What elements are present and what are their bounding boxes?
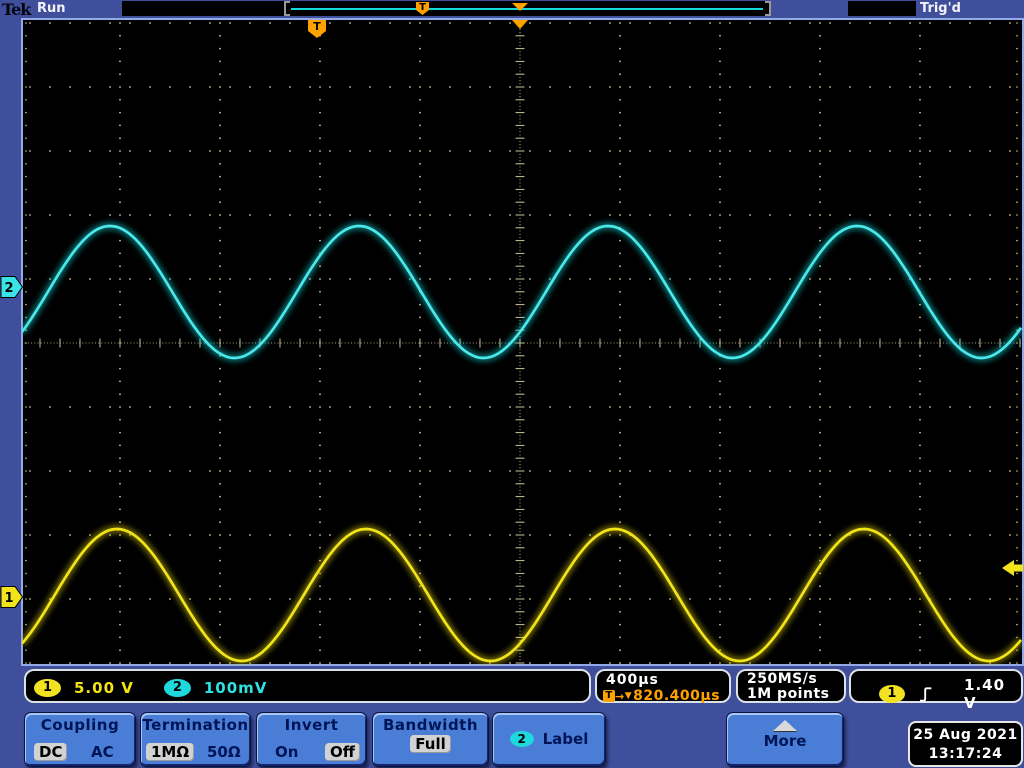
more-button[interactable]: More [726, 712, 844, 767]
channel-1-position-marker[interactable]: 1 [1, 587, 23, 608]
bandwidth-title: Bandwidth [373, 713, 488, 734]
record-view-right-bracket[interactable] [765, 1, 771, 16]
rising-edge-icon [919, 686, 932, 703]
timebase-scale: 400µs [597, 671, 729, 688]
top-status-bar: Tek Run T Trig'd [0, 0, 1024, 18]
record-view-expansion-triangle [512, 3, 528, 11]
topbar-spacer-left [122, 1, 284, 16]
invert-option-off[interactable]: Off [325, 743, 360, 761]
channel-2-badge: 2 [164, 679, 191, 697]
invert-button[interactable]: Invert On Off [256, 712, 367, 767]
trigger-delay-readout: T→▼820.400µs [597, 688, 729, 704]
topbar-spacer-right [848, 1, 916, 16]
coupling-button[interactable]: Coupling DC AC [24, 712, 136, 767]
delay-arrow-icon: → [615, 690, 625, 703]
termination-option-1mohm[interactable]: 1MΩ [146, 743, 194, 761]
channel-2-marker-label: 2 [4, 281, 13, 296]
channel-1-scale: 5.00 V [74, 679, 134, 697]
bandwidth-value[interactable]: Full [410, 735, 450, 753]
trigger-flag-label: T [313, 20, 321, 33]
termination-option-50ohm[interactable]: 50Ω [207, 743, 241, 761]
acquisition-run-status: Run [37, 1, 66, 16]
trigger-readout: 1 1.40 V [849, 669, 1023, 703]
label-button-text: Label [543, 730, 589, 748]
record-view-left-bracket[interactable] [284, 1, 290, 16]
time-text: 13:17:24 [910, 745, 1021, 764]
trigger-state-indicator: Trig'd [920, 1, 961, 16]
label-channel-badge: 2 [510, 731, 534, 747]
graticule-border [22, 19, 1023, 665]
termination-button[interactable]: Termination 1MΩ 50Ω [140, 712, 251, 767]
trigger-source-badge: 1 [879, 685, 905, 703]
channel-scale-readout: 1 5.00 V 2 100mV [24, 669, 591, 703]
acquisition-readout: 250MS/s 1M points [736, 669, 846, 703]
bandwidth-button[interactable]: Bandwidth Full [372, 712, 489, 767]
termination-title: Termination [141, 713, 250, 734]
channel-2-position-marker[interactable]: 2 [1, 277, 23, 298]
date-text: 25 Aug 2021 [910, 726, 1021, 745]
coupling-option-ac[interactable]: AC [91, 743, 114, 761]
more-up-arrow-icon [773, 720, 797, 731]
channel-2-scale: 100mV [204, 679, 268, 697]
coupling-option-dc[interactable]: DC [34, 743, 67, 761]
delay-value: 820.400µs [633, 688, 720, 704]
invert-title: Invert [257, 713, 366, 734]
sample-rate: 250MS/s [738, 672, 844, 687]
coupling-title: Coupling [25, 713, 135, 734]
channel-1-badge: 1 [34, 679, 61, 697]
record-view-trigger-flag[interactable]: T [416, 2, 429, 15]
delay-trigger-icon: T [603, 690, 615, 702]
delay-expansion-icon: ▼ [625, 691, 632, 701]
tek-logo: Tek [2, 0, 30, 19]
waveform-display: T 2 1 [0, 0, 1024, 668]
channel-1-marker-label: 1 [4, 591, 13, 606]
datetime-display: 25 Aug 2021 13:17:24 [908, 721, 1023, 767]
record-length: 1M points [738, 687, 844, 702]
invert-option-on[interactable]: On [275, 743, 298, 761]
trigger-level-value: 1.40 V [964, 676, 1021, 712]
channel-label-button[interactable]: 2 Label [492, 712, 606, 767]
oscilloscope-screen: T 2 1 Tek Run T Trig'd [0, 0, 1024, 768]
more-button-text: More [727, 732, 843, 750]
record-view-bar[interactable]: T [284, 1, 771, 16]
horizontal-readout: 400µs T→▼820.400µs [595, 669, 731, 703]
